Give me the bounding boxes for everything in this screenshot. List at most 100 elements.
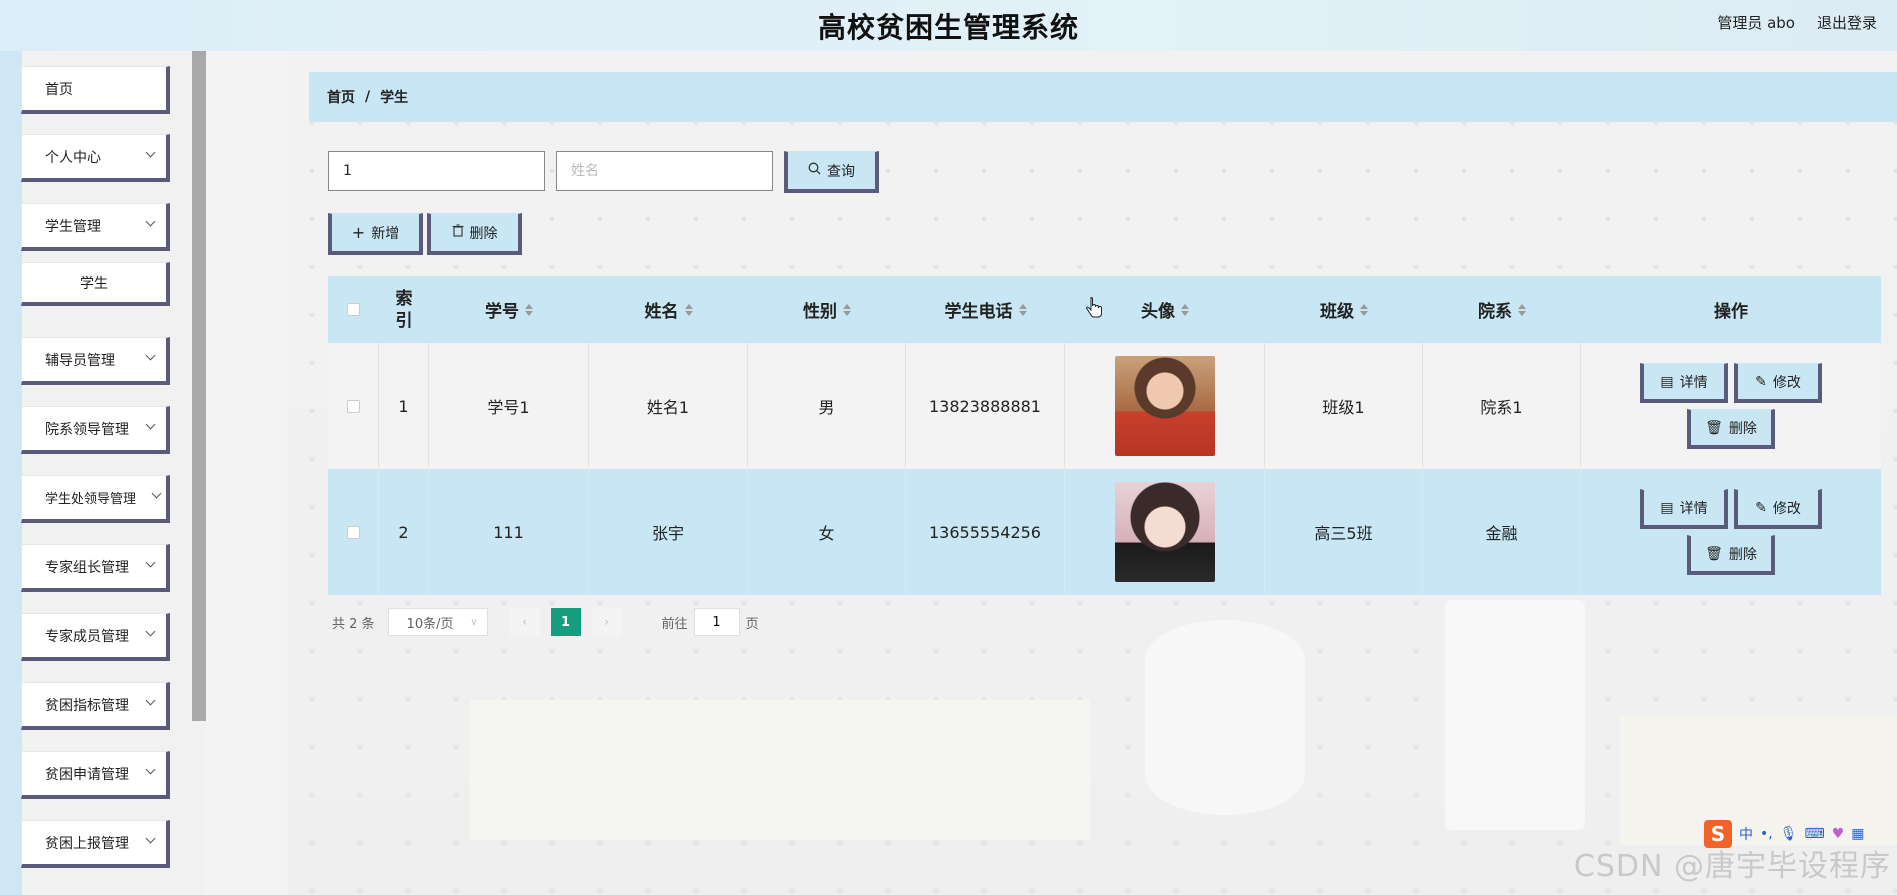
delete-button[interactable]: 🗑 删除 — [1687, 535, 1775, 575]
column-header-student-no[interactable]: 学号 — [429, 276, 589, 343]
next-page-button[interactable]: › — [591, 608, 622, 636]
background-decoration — [1145, 620, 1305, 815]
sort-icon[interactable] — [525, 303, 533, 316]
keyboard-icon[interactable]: ⌨ — [1805, 826, 1825, 842]
goto-page-input[interactable] — [693, 608, 740, 636]
cell-actions: ▤ 详情 ✎ 修改 🗑 删除 — [1581, 343, 1881, 469]
sidebar-scrollbar[interactable] — [192, 51, 206, 721]
background-decoration — [1445, 600, 1585, 830]
document-icon: ▤ — [1660, 499, 1674, 516]
sort-icon[interactable] — [684, 303, 693, 316]
sort-icon[interactable] — [1018, 303, 1027, 316]
sidebar-item-label: 学生管理 — [45, 218, 101, 235]
trash-icon: 🗑 — [1705, 545, 1723, 562]
sort-icon[interactable] — [1360, 303, 1368, 316]
student-avatar-image[interactable] — [1114, 356, 1215, 456]
sidebar-item-expert-member-management[interactable]: 专家成员管理 — [21, 613, 170, 661]
edit-button[interactable]: ✎ 修改 — [1734, 489, 1822, 529]
student-avatar-image[interactable] — [1114, 482, 1215, 582]
sidebar-item-personal-center[interactable]: 个人中心 — [21, 134, 170, 182]
cell-index: 2 — [379, 469, 429, 595]
pagination-total: 共 2 条 — [332, 616, 375, 632]
detail-button[interactable]: ▤ 详情 — [1640, 489, 1728, 529]
sidebar-item-student[interactable]: 学生 — [21, 262, 170, 306]
delete-button[interactable]: 🗑 删除 — [1687, 409, 1775, 449]
column-header-gender[interactable]: 性别 — [748, 276, 906, 343]
batch-delete-button[interactable]: 删除 — [427, 213, 522, 255]
microphone-icon[interactable]: 🎙 — [1780, 826, 1798, 842]
chevron-down-icon — [145, 833, 156, 844]
cell-class: 班级1 — [1265, 343, 1423, 469]
edit-button[interactable]: ✎ 修改 — [1734, 363, 1822, 403]
column-header-department[interactable]: 院系 — [1423, 276, 1581, 343]
chevron-down-icon — [145, 695, 156, 706]
name-search-input[interactable] — [556, 151, 773, 191]
detail-button[interactable]: ▤ 详情 — [1640, 363, 1728, 403]
chevron-down-icon — [145, 626, 156, 637]
cell-department: 院系1 — [1423, 343, 1581, 469]
column-header-actions: 操作 — [1714, 302, 1748, 322]
page-number-button[interactable]: 1 — [550, 608, 581, 636]
chevron-down-icon — [151, 488, 162, 499]
hand-cursor-icon — [1085, 297, 1102, 318]
sidebar-item-department-leader-management[interactable]: 院系领导管理 — [21, 406, 170, 454]
select-all-checkbox[interactable] — [347, 303, 360, 316]
chevron-down-icon — [145, 147, 156, 158]
sidebar-item-expert-leader-management[interactable]: 专家组长管理 — [21, 544, 170, 592]
sidebar-item-home[interactable]: 首页 — [21, 66, 170, 114]
sidebar-item-label: 贫困指标管理 — [45, 697, 129, 714]
select-all-checkbox-cell — [328, 276, 379, 343]
sort-icon[interactable] — [843, 303, 851, 316]
sidebar-item-student-management[interactable]: 学生管理 — [21, 203, 170, 251]
trash-icon: 🗑 — [1705, 419, 1723, 436]
column-header-class[interactable]: 班级 — [1265, 276, 1423, 343]
cell-avatar — [1065, 469, 1265, 595]
row-checkbox[interactable] — [346, 525, 360, 539]
breadcrumb-separator: / — [365, 89, 371, 105]
table-header: 索引 学号 姓名 性别 学生电话 头像 班级 院系 操作 — [328, 276, 1881, 343]
grid-menu-icon[interactable]: ▦ — [1851, 826, 1864, 842]
ime-punctuation-indicator[interactable]: •, — [1760, 826, 1773, 842]
column-header-name[interactable]: 姓名 — [589, 276, 748, 343]
cell-student-no: 学号1 — [429, 343, 589, 469]
prev-page-button[interactable]: ‹ — [509, 608, 540, 636]
cell-avatar — [1065, 343, 1265, 469]
sidebar-item-counselor-management[interactable]: 辅导员管理 — [21, 337, 170, 385]
student-no-search-input[interactable] — [328, 151, 545, 191]
column-header-phone[interactable]: 学生电话 — [906, 276, 1065, 343]
user-area: 管理员 abo 退出登录 — [1717, 12, 1877, 33]
cell-department: 金融 — [1423, 469, 1581, 595]
sidebar-item-label: 个人中心 — [45, 149, 101, 166]
cell-gender: 女 — [748, 469, 906, 595]
background-decoration — [470, 700, 1090, 840]
pagination: 共 2 条 10条/页 ∨ ‹ 1 › 前往 页 — [332, 608, 759, 636]
row-checkbox[interactable] — [346, 399, 360, 413]
sidebar-item-label: 学生处领导管理 — [45, 492, 137, 507]
sidebar-item-poverty-report-management[interactable]: 贫困上报管理 — [21, 820, 170, 868]
query-button[interactable]: 查询 — [784, 151, 879, 193]
plus-icon: + — [351, 223, 366, 242]
logout-link[interactable]: 退出登录 — [1817, 12, 1877, 33]
add-button[interactable]: + 新增 — [328, 213, 423, 255]
breadcrumb: 首页 / 学生 — [309, 72, 1897, 122]
breadcrumb-home[interactable]: 首页 — [327, 87, 355, 107]
pencil-icon: ✎ — [1755, 499, 1767, 516]
sidebar-item-poverty-application-management[interactable]: 贫困申请管理 — [21, 751, 170, 799]
sidebar-item-student-affairs-leader-management[interactable]: 学生处领导管理 — [21, 475, 170, 523]
row-checkbox-cell — [328, 343, 379, 469]
current-user-label: 管理员 abo — [1717, 14, 1795, 32]
chevron-down-icon — [145, 350, 156, 361]
sidebar-gutter — [206, 51, 288, 895]
chevron-down-icon — [145, 764, 156, 775]
sort-icon[interactable] — [1181, 303, 1189, 316]
sidebar-item-label: 专家成员管理 — [45, 628, 129, 645]
goto-suffix: 页 — [745, 616, 759, 632]
cell-phone: 13823888881 — [906, 343, 1065, 469]
sidebar-item-poverty-indicator-management[interactable]: 贫困指标管理 — [21, 682, 170, 730]
skin-icon[interactable]: ♥ — [1832, 826, 1845, 842]
chevron-down-icon — [145, 216, 156, 227]
sort-icon[interactable] — [1518, 303, 1526, 316]
cell-name: 张宇 — [589, 469, 748, 595]
page-size-select[interactable]: 10条/页 ∨ — [387, 608, 488, 636]
table-row: 1 学号1 姓名1 男 13823888881 班级1 院系1 ▤ 详情 ✎ 修改 … — [328, 343, 1881, 469]
